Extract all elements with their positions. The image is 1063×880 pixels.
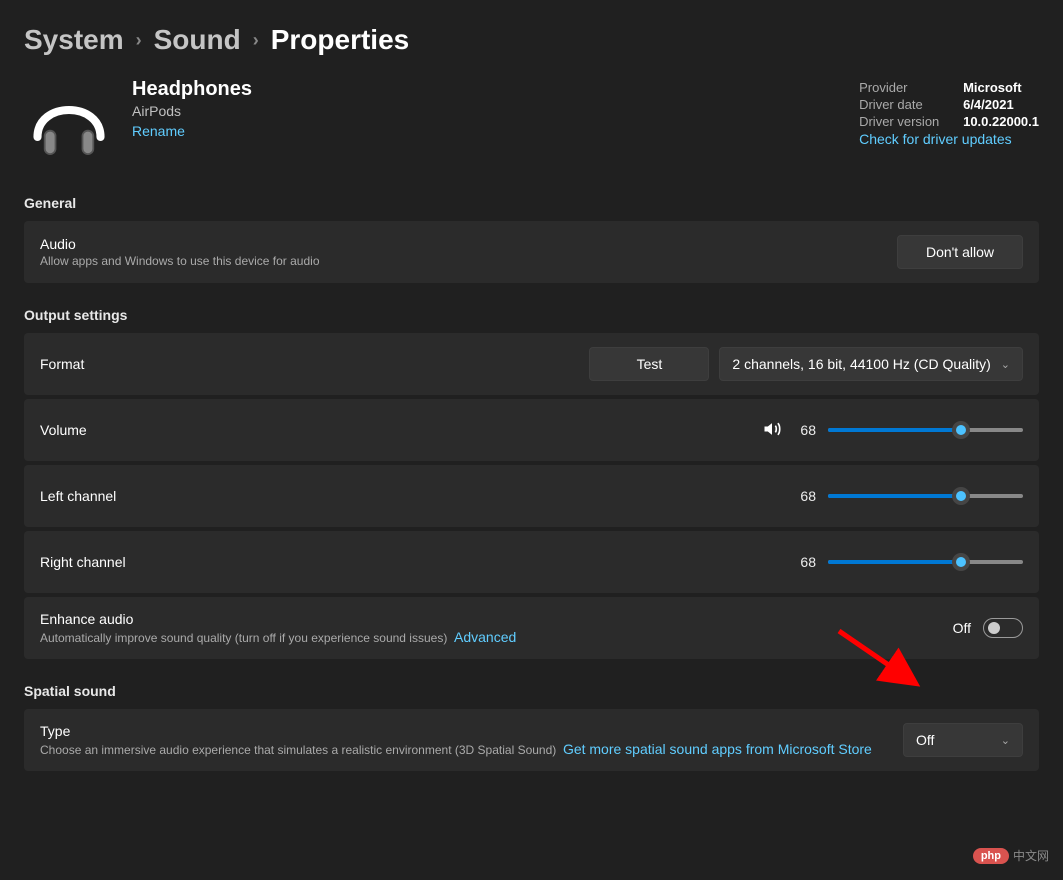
spatial-type-subtitle: Choose an immersive audio experience tha… bbox=[40, 741, 872, 757]
device-header: Headphones AirPods Rename Provider Micros… bbox=[0, 74, 1063, 195]
volume-title: Volume bbox=[40, 422, 87, 438]
watermark-text: 中文网 bbox=[1013, 847, 1049, 864]
breadcrumb: System › Sound › Properties bbox=[0, 0, 1063, 74]
breadcrumb-sound[interactable]: Sound bbox=[154, 24, 241, 56]
rename-link[interactable]: Rename bbox=[132, 123, 185, 139]
right-channel-title: Right channel bbox=[40, 554, 126, 570]
check-driver-updates-link[interactable]: Check for driver updates bbox=[859, 131, 1012, 147]
php-badge: php bbox=[973, 848, 1009, 864]
audio-card: Audio Allow apps and Windows to use this… bbox=[24, 221, 1039, 283]
section-general: General bbox=[0, 195, 1063, 221]
test-button[interactable]: Test bbox=[589, 347, 709, 381]
right-channel-card: Right channel 68 bbox=[24, 531, 1039, 593]
enhance-subtitle: Automatically improve sound quality (tur… bbox=[40, 629, 516, 645]
left-channel-slider[interactable] bbox=[828, 486, 1023, 506]
chevron-down-icon: ⌄ bbox=[1001, 734, 1010, 747]
breadcrumb-properties: Properties bbox=[271, 24, 410, 56]
advanced-link[interactable]: Advanced bbox=[454, 629, 516, 645]
audio-subtitle: Allow apps and Windows to use this devic… bbox=[40, 254, 320, 268]
right-channel-slider[interactable] bbox=[828, 552, 1023, 572]
provider-value: Microsoft bbox=[963, 80, 1022, 95]
left-channel-card: Left channel 68 bbox=[24, 465, 1039, 527]
chevron-down-icon: ⌄ bbox=[1001, 358, 1010, 371]
device-title: Headphones bbox=[132, 74, 252, 101]
driver-date-value: 6/4/2021 bbox=[963, 97, 1014, 112]
section-output: Output settings bbox=[0, 307, 1063, 333]
driver-version-label: Driver version bbox=[859, 114, 953, 129]
spatial-type-title: Type bbox=[40, 723, 872, 739]
format-dropdown[interactable]: 2 channels, 16 bit, 44100 Hz (CD Quality… bbox=[719, 347, 1023, 381]
speaker-icon[interactable] bbox=[762, 419, 782, 442]
dont-allow-button[interactable]: Don't allow bbox=[897, 235, 1023, 269]
chevron-right-icon: › bbox=[136, 30, 142, 51]
enhance-toggle-state: Off bbox=[953, 620, 971, 636]
left-channel-title: Left channel bbox=[40, 488, 116, 504]
audio-title: Audio bbox=[40, 236, 320, 252]
volume-value: 68 bbox=[794, 422, 816, 438]
spatial-type-card: Type Choose an immersive audio experienc… bbox=[24, 709, 1039, 771]
format-dropdown-value: 2 channels, 16 bit, 44100 Hz (CD Quality… bbox=[732, 356, 990, 372]
format-title: Format bbox=[40, 356, 84, 372]
breadcrumb-system[interactable]: System bbox=[24, 24, 124, 56]
store-link[interactable]: Get more spatial sound apps from Microso… bbox=[563, 741, 872, 757]
provider-label: Provider bbox=[859, 80, 953, 95]
volume-card: Volume 68 bbox=[24, 399, 1039, 461]
device-subtitle: AirPods bbox=[132, 103, 252, 119]
driver-info: Provider Microsoft Driver date 6/4/2021 Dr… bbox=[859, 74, 1039, 147]
spatial-dropdown-value: Off bbox=[916, 732, 934, 748]
format-card: Format Test 2 channels, 16 bit, 44100 Hz… bbox=[24, 333, 1039, 395]
watermark: php 中文网 bbox=[973, 847, 1049, 864]
chevron-right-icon: › bbox=[253, 30, 259, 51]
enhance-title: Enhance audio bbox=[40, 611, 516, 627]
left-channel-value: 68 bbox=[794, 488, 816, 504]
driver-version-value: 10.0.22000.1 bbox=[963, 114, 1039, 129]
enhance-toggle[interactable] bbox=[983, 618, 1023, 638]
right-channel-value: 68 bbox=[794, 554, 816, 570]
spatial-dropdown[interactable]: Off ⌄ bbox=[903, 723, 1023, 757]
headphones-icon bbox=[24, 74, 114, 167]
enhance-audio-card[interactable]: Enhance audio Automatically improve soun… bbox=[24, 597, 1039, 659]
volume-slider[interactable] bbox=[828, 420, 1023, 440]
driver-date-label: Driver date bbox=[859, 97, 953, 112]
section-spatial: Spatial sound bbox=[0, 683, 1063, 709]
